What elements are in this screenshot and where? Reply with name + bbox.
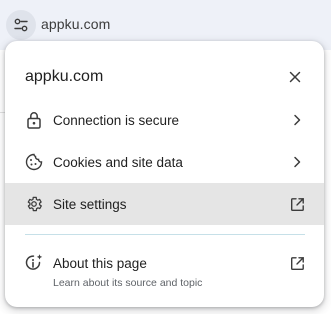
gear-icon (24, 194, 44, 214)
page-info-popup: appku.com Connection is secure Cookies a… (5, 41, 324, 307)
close-icon (289, 71, 301, 83)
url-text[interactable]: appku.com (41, 16, 110, 32)
popup-title: appku.com (25, 68, 104, 85)
cookie-icon (24, 152, 44, 172)
connection-security-item[interactable]: Connection is secure (5, 99, 324, 141)
about-this-page-label: About this page (53, 256, 147, 271)
open-in-new-icon (287, 253, 307, 273)
section-divider (25, 234, 305, 235)
info-sparkle-icon (24, 253, 44, 273)
about-this-page-item[interactable]: About this page Learn about its source a… (5, 245, 324, 299)
chevron-right-icon (287, 152, 307, 172)
lock-icon (24, 110, 44, 130)
site-info-button[interactable] (6, 10, 36, 40)
tune-icon (13, 17, 29, 33)
chevron-right-icon (287, 110, 307, 130)
connection-security-label: Connection is secure (53, 112, 180, 128)
close-button[interactable] (284, 66, 306, 88)
site-settings-item[interactable]: Site settings (5, 183, 324, 225)
open-in-new-icon (287, 194, 307, 214)
cookies-site-data-item[interactable]: Cookies and site data (5, 141, 324, 183)
cookies-site-data-label: Cookies and site data (53, 154, 183, 170)
site-settings-label: Site settings (53, 196, 127, 212)
about-this-page-sublabel: Learn about its source and topic (53, 277, 203, 289)
